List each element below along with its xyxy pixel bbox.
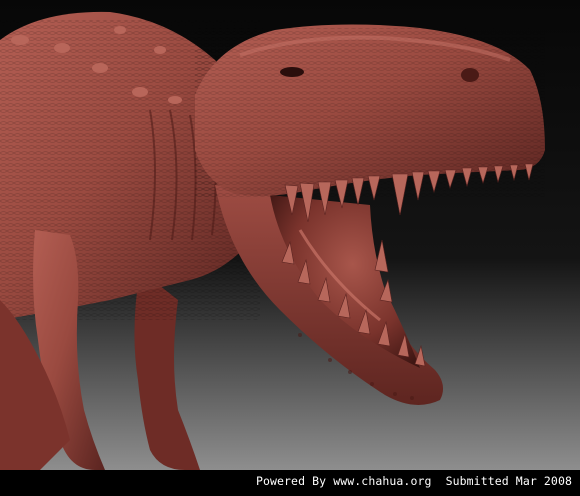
render-viewport: Powered By www.chahua.org Submitted Mar … <box>0 0 580 496</box>
nostril <box>461 68 479 82</box>
dinosaur-render <box>0 0 580 470</box>
caption-bar: Powered By www.chahua.org Submitted Mar … <box>0 470 580 496</box>
caption-text: Powered By www.chahua.org Submitted Mar … <box>255 474 572 488</box>
eye <box>280 67 304 77</box>
